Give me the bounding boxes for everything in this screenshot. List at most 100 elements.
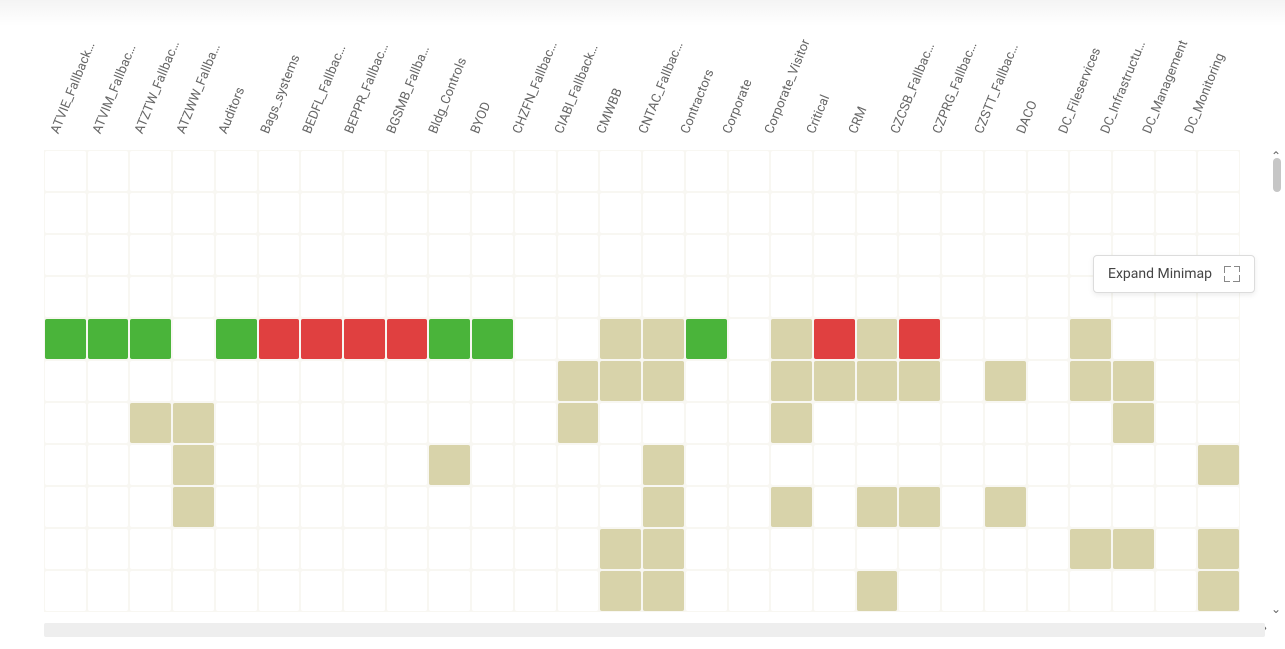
heatmap-cell[interactable] [173,319,214,359]
vertical-scroll-thumb[interactable] [1273,158,1281,192]
heatmap-cell[interactable] [429,571,470,611]
heatmap-cell[interactable] [942,277,983,317]
heatmap-cell[interactable] [686,277,727,317]
heatmap-cell[interactable] [387,319,428,359]
heatmap-cell[interactable] [216,445,257,485]
heatmap-cell[interactable] [857,529,898,569]
heatmap-cell[interactable] [857,571,898,611]
heatmap-cell[interactable] [857,193,898,233]
heatmap-cell[interactable] [643,529,684,569]
heatmap-cell[interactable] [729,529,770,569]
heatmap-cell[interactable] [472,151,513,191]
heatmap-cell[interactable] [515,193,556,233]
heatmap-cell[interactable] [1113,487,1154,527]
heatmap-cell[interactable] [1113,445,1154,485]
heatmap-cell[interactable] [173,487,214,527]
heatmap-cell[interactable] [429,235,470,275]
heatmap-cell[interactable] [600,445,641,485]
heatmap-cell[interactable] [216,151,257,191]
heatmap-cell[interactable] [1028,193,1069,233]
heatmap-cell[interactable] [429,319,470,359]
heatmap-cell[interactable] [729,319,770,359]
column-header[interactable]: BYOD [468,100,494,136]
heatmap-cell[interactable] [515,571,556,611]
heatmap-cell[interactable] [301,319,342,359]
heatmap-cell[interactable] [643,403,684,443]
heatmap-cell[interactable] [472,193,513,233]
heatmap-cell[interactable] [1113,571,1154,611]
heatmap-cell[interactable] [1070,361,1111,401]
heatmap-cell[interactable] [899,235,940,275]
heatmap-cell[interactable] [985,277,1026,317]
heatmap-cell[interactable] [259,151,300,191]
heatmap-cell[interactable] [1198,361,1239,401]
heatmap-cell[interactable] [857,235,898,275]
heatmap-cell[interactable] [1156,319,1197,359]
heatmap-cell[interactable] [472,571,513,611]
heatmap-cell[interactable] [472,403,513,443]
heatmap-cell[interactable] [301,445,342,485]
heatmap-cell[interactable] [1028,571,1069,611]
heatmap-cell[interactable] [814,361,855,401]
heatmap-cell[interactable] [985,319,1026,359]
column-header[interactable]: ATVIE_Fallback… [48,40,98,136]
heatmap-cell[interactable] [729,487,770,527]
heatmap-cell[interactable] [1113,319,1154,359]
heatmap-cell[interactable] [88,193,129,233]
heatmap-cell[interactable] [857,487,898,527]
heatmap-cell[interactable] [771,193,812,233]
heatmap-cell[interactable] [857,445,898,485]
column-header[interactable]: ATZWW_Fallba… [174,42,224,136]
heatmap-cell[interactable] [899,361,940,401]
heatmap-cell[interactable] [942,151,983,191]
heatmap-cell[interactable] [771,571,812,611]
column-header[interactable]: ATZTW_Fallbac… [132,39,183,136]
heatmap-cell[interactable] [558,403,599,443]
heatmap-cell[interactable] [301,529,342,569]
column-header[interactable]: Bldg_Controls [426,56,470,136]
heatmap-cell[interactable] [130,487,171,527]
column-header[interactable]: CIABI_Fallback… [552,42,601,136]
heatmap-cell[interactable] [771,529,812,569]
heatmap-cell[interactable] [515,235,556,275]
heatmap-cell[interactable] [600,571,641,611]
column-header[interactable]: CZSTT_Fallbac… [972,42,1022,136]
heatmap-cell[interactable] [344,193,385,233]
heatmap-cell[interactable] [686,403,727,443]
heatmap-cell[interactable] [387,571,428,611]
heatmap-cell[interactable] [814,571,855,611]
heatmap-cell[interactable] [387,361,428,401]
heatmap-cell[interactable] [344,235,385,275]
heatmap-cell[interactable] [216,235,257,275]
heatmap-cell[interactable] [301,571,342,611]
heatmap-cell[interactable] [558,361,599,401]
heatmap-cell[interactable] [344,151,385,191]
vertical-scrollbar[interactable] [1269,150,1285,621]
heatmap-cell[interactable] [387,277,428,317]
heatmap-cell[interactable] [942,403,983,443]
column-header[interactable]: Corporate_Visitor [762,37,814,136]
heatmap-cell[interactable] [1028,361,1069,401]
column-header[interactable]: CNTAC_Fallbac… [636,40,687,136]
column-header[interactable]: Auditors [216,85,248,136]
heatmap-cell[interactable] [1156,193,1197,233]
heatmap-cell[interactable] [301,277,342,317]
heatmap-cell[interactable] [1156,403,1197,443]
heatmap-cell[interactable] [1070,445,1111,485]
column-header[interactable]: ATVIM_Fallbac… [90,42,139,136]
heatmap-cell[interactable] [130,277,171,317]
heatmap-cell[interactable] [1198,571,1239,611]
heatmap-cell[interactable] [899,445,940,485]
heatmap-cell[interactable] [130,319,171,359]
heatmap-cell[interactable] [472,277,513,317]
heatmap-cell[interactable] [1198,319,1239,359]
heatmap-cell[interactable] [729,277,770,317]
heatmap-cell[interactable] [942,445,983,485]
heatmap-cell[interactable] [643,151,684,191]
heatmap-cell[interactable] [1113,151,1154,191]
heatmap-cell[interactable] [173,571,214,611]
heatmap-cell[interactable] [1113,193,1154,233]
heatmap-cell[interactable] [301,487,342,527]
heatmap-cell[interactable] [643,277,684,317]
heatmap-cell[interactable] [1070,529,1111,569]
